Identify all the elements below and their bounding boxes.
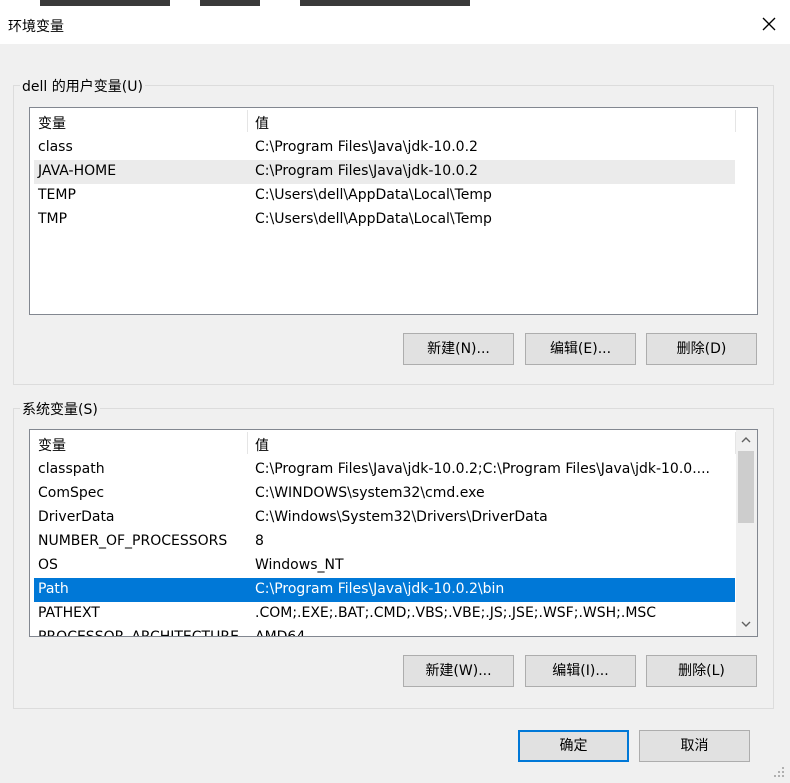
var-name: ComSpec <box>38 485 105 501</box>
var-value: C:\Program Files\Java\jdk-10.0.2;C:\Prog… <box>255 461 710 477</box>
var-value: Windows_NT <box>255 557 344 573</box>
list-item[interactable]: OS Windows_NT <box>34 554 735 578</box>
dialog-body: dell 的用户变量(U) 变量 值 class C:\Program File… <box>0 44 790 783</box>
var-value: C:\WINDOWS\system32\cmd.exe <box>255 485 485 501</box>
var-name: TMP <box>38 211 68 227</box>
list-item[interactable]: NUMBER_OF_PROCESSORS 8 <box>34 530 735 554</box>
var-name: PATHEXT <box>38 605 100 621</box>
cancel-button[interactable]: 取消 <box>639 730 750 762</box>
close-button[interactable] <box>758 13 780 35</box>
scroll-down-button[interactable] <box>736 614 756 634</box>
system-new-button[interactable]: 新建(W)... <box>403 655 514 687</box>
var-name: class <box>38 139 73 155</box>
var-name: PROCESSOR_ARCHITECTURE <box>38 629 239 637</box>
list-item[interactable]: PATHEXT .COM;.EXE;.BAT;.CMD;.VBS;.VBE;.J… <box>34 602 735 626</box>
var-name: classpath <box>38 461 105 477</box>
list-item[interactable]: JAVA-HOME C:\Program Files\Java\jdk-10.0… <box>34 160 735 184</box>
list-item[interactable]: TMP C:\Users\dell\AppData\Local\Temp <box>34 208 735 232</box>
system-vars-header: 变量 值 <box>30 430 757 456</box>
var-name: TEMP <box>38 187 76 203</box>
system-edit-button[interactable]: 编辑(I)... <box>525 655 636 687</box>
user-vars-header: 变量 值 <box>30 108 757 134</box>
var-value: C:\Program Files\Java\jdk-10.0.2 <box>255 139 478 155</box>
var-name: JAVA-HOME <box>38 163 117 179</box>
column-header-value[interactable]: 值 <box>255 435 269 455</box>
var-name: NUMBER_OF_PROCESSORS <box>38 533 228 549</box>
var-value: C:\Users\dell\AppData\Local\Temp <box>255 187 492 203</box>
resize-grip-icon[interactable] <box>772 765 786 779</box>
var-name: Path <box>38 581 69 597</box>
var-value: C:\Windows\System32\Drivers\DriverData <box>255 509 548 525</box>
chevron-down-icon <box>741 621 751 627</box>
system-vars-label: 系统变量(S) <box>20 399 100 419</box>
column-header-name[interactable]: 变量 <box>38 113 66 133</box>
system-vars-list[interactable]: 变量 值 classpath C:\Program Files\Java\jdk… <box>29 429 758 637</box>
var-name: DriverData <box>38 509 115 525</box>
var-value: 8 <box>255 533 264 549</box>
close-icon <box>762 17 776 31</box>
scroll-up-button[interactable] <box>736 430 756 450</box>
vertical-scrollbar[interactable] <box>736 430 757 636</box>
list-item[interactable]: TEMP C:\Users\dell\AppData\Local\Temp <box>34 184 735 208</box>
list-item[interactable]: class C:\Program Files\Java\jdk-10.0.2 <box>34 136 735 160</box>
list-item[interactable]: ComSpec C:\WINDOWS\system32\cmd.exe <box>34 482 735 506</box>
window-title: 环境变量 <box>8 19 64 35</box>
list-item-selected[interactable]: Path C:\Program Files\Java\jdk-10.0.2\bi… <box>34 578 735 602</box>
var-value: C:\Users\dell\AppData\Local\Temp <box>255 211 492 227</box>
user-new-button[interactable]: 新建(N)... <box>403 333 514 365</box>
user-vars-list[interactable]: 变量 值 class C:\Program Files\Java\jdk-10.… <box>29 107 758 315</box>
list-item[interactable]: DriverData C:\Windows\System32\Drivers\D… <box>34 506 735 530</box>
var-name: OS <box>38 557 58 573</box>
var-value: .COM;.EXE;.BAT;.CMD;.VBS;.VBE;.JS;.JSE;.… <box>255 605 657 621</box>
column-header-value[interactable]: 值 <box>255 113 269 133</box>
var-value: C:\Program Files\Java\jdk-10.0.2 <box>255 163 478 179</box>
column-header-name[interactable]: 变量 <box>38 435 66 455</box>
list-item[interactable]: classpath C:\Program Files\Java\jdk-10.0… <box>34 458 735 482</box>
user-delete-button[interactable]: 删除(D) <box>646 333 757 365</box>
user-edit-button[interactable]: 编辑(E)... <box>525 333 636 365</box>
var-value: AMD64 <box>255 629 306 637</box>
system-delete-button[interactable]: 删除(L) <box>646 655 757 687</box>
chevron-up-icon <box>741 437 751 443</box>
var-value: C:\Program Files\Java\jdk-10.0.2\bin <box>255 581 505 597</box>
ok-button[interactable]: 确定 <box>518 730 629 762</box>
title-bar: 环境变量 <box>0 6 790 44</box>
list-item[interactable]: PROCESSOR_ARCHITECTURE AMD64 <box>34 626 735 637</box>
user-vars-label: dell 的用户变量(U) <box>20 76 145 96</box>
scroll-thumb[interactable] <box>738 451 754 523</box>
